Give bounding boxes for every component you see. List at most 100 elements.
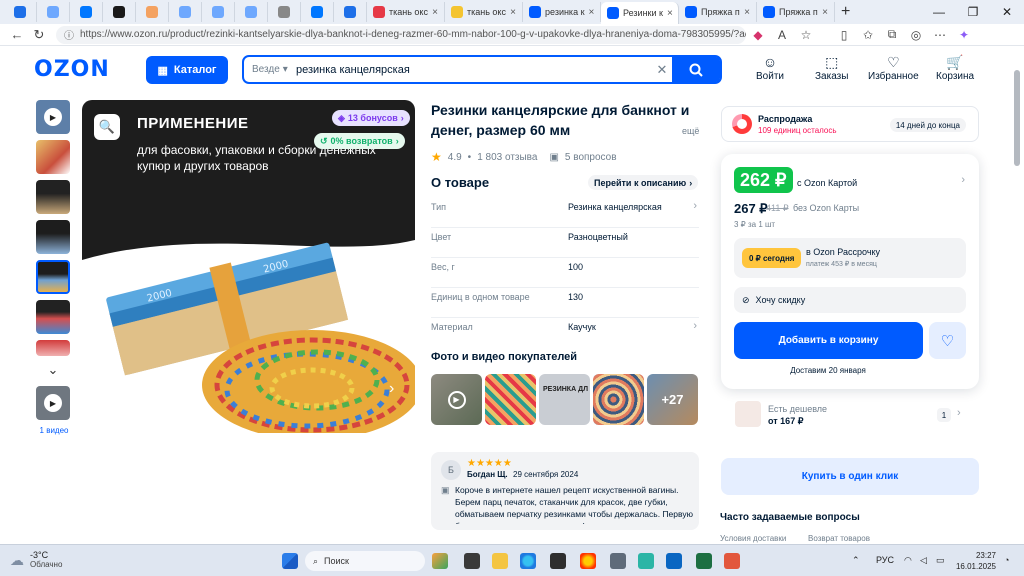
app-icon[interactable]	[724, 553, 740, 569]
task-view-icon[interactable]	[464, 553, 480, 569]
taskbar-search[interactable]: ⌕ Поиск	[305, 551, 425, 571]
thumbnail-video[interactable]: ▶	[36, 100, 70, 134]
spec-value[interactable]: Резинка канцелярская	[568, 202, 662, 212]
thumbnail-image[interactable]	[36, 340, 70, 356]
add-to-cart-button[interactable]: Добавить в корзину	[734, 322, 923, 359]
ozon-logo[interactable]: OZON	[34, 57, 110, 82]
app-icon[interactable]	[696, 553, 712, 569]
browser-tab[interactable]	[235, 2, 268, 22]
browser-tab[interactable]	[103, 2, 136, 22]
cart-button[interactable]: 🛒 Корзина	[936, 55, 974, 82]
tab-close-icon[interactable]: ×	[744, 7, 750, 18]
back-icon[interactable]: ←	[6, 27, 28, 42]
tab-close-icon[interactable]: ×	[432, 7, 438, 18]
add-to-favorites-button[interactable]: ♡	[929, 322, 966, 359]
weather-widget[interactable]: ☁ -3°C Облачно	[10, 550, 62, 570]
more-photos-thumb[interactable]: +27	[647, 374, 698, 425]
faq-item[interactable]: Условия доставки	[720, 534, 786, 543]
browser-tab[interactable]	[268, 2, 301, 22]
to-description-button[interactable]: Перейти к описанию ›	[588, 175, 699, 190]
telegram-icon[interactable]	[666, 553, 682, 569]
thumbnail-image[interactable]	[36, 220, 70, 254]
questions-link[interactable]: 5 вопросов	[565, 152, 617, 163]
sale-banner[interactable]: Распродажа 109 единиц осталось 14 дней д…	[721, 106, 979, 142]
notifications-icon[interactable]: ◔	[1004, 555, 1009, 565]
tab-close-icon[interactable]: ×	[589, 7, 595, 18]
main-product-image[interactable]: 🔍 ПРИМЕНЕНИЕ для фасовки, упаковки и сбо…	[82, 100, 415, 433]
url-field[interactable]: ⓘ https://www.ozon.ru/product/rezinki-ka…	[56, 25, 746, 44]
browser-tab[interactable]: Пряжка п ×	[757, 2, 835, 22]
browser-tab[interactable]	[136, 2, 169, 22]
reload-icon[interactable]: ↻	[28, 27, 50, 43]
browser-tab[interactable]	[4, 2, 37, 22]
reviews-link[interactable]: 1 803 отзыва	[477, 152, 537, 163]
tab-close-icon[interactable]: ×	[667, 8, 673, 19]
search-input[interactable]: резинка канцелярская	[292, 64, 652, 76]
tray-chevron-icon[interactable]: ⌃	[852, 555, 860, 566]
favorites-button[interactable]: ♡ Избранное	[868, 55, 919, 82]
spec-value[interactable]: Каучук	[568, 322, 596, 332]
thumbnail-image[interactable]	[36, 180, 70, 214]
app-icon[interactable]	[550, 553, 566, 569]
edge-icon[interactable]	[520, 553, 536, 569]
returns-badge[interactable]: ↺ 0% возвратов ›	[314, 133, 405, 149]
clock[interactable]: 23:27 16.01.2025	[954, 550, 996, 572]
customer-video-thumb[interactable]: ▶	[431, 374, 482, 425]
extension-icon[interactable]: ◆	[746, 28, 770, 42]
browser-tab[interactable]	[334, 2, 367, 22]
faq-item[interactable]: Возврат товаров	[808, 534, 870, 543]
browser-tab[interactable]: Пряжка п ×	[679, 2, 757, 22]
chevron-right-icon[interactable]: ›	[961, 174, 965, 186]
collections-icon[interactable]: ⧉	[880, 27, 904, 42]
review-card[interactable]: Б ★★★★★ Богдан Щ. 29 сентября 2024 ▣ Кор…	[431, 452, 699, 530]
customer-photo-thumb[interactable]: РЕЗИНКА ДЛ	[539, 374, 590, 425]
favorite-star-icon[interactable]: ☆	[794, 28, 818, 42]
start-icon[interactable]	[282, 553, 298, 569]
browser-tab[interactable]	[37, 2, 70, 22]
customer-photo-thumb[interactable]	[485, 374, 536, 425]
browser-tab[interactable]: ткань окс ×	[445, 2, 523, 22]
favorites-icon[interactable]: ✩	[856, 28, 880, 42]
copilot-icon[interactable]: ✦	[952, 28, 976, 42]
bonus-badge[interactable]: ◈ 13 бонусов ›	[332, 110, 410, 126]
calculator-icon[interactable]	[610, 553, 626, 569]
title-more-link[interactable]: ещё	[682, 126, 699, 136]
wifi-icon[interactable]: ◠	[904, 555, 912, 566]
language-indicator[interactable]: РУС	[876, 555, 894, 565]
yandex-browser-icon[interactable]	[580, 553, 596, 569]
app-icon[interactable]	[638, 553, 654, 569]
file-explorer-icon[interactable]	[492, 553, 508, 569]
customer-photo-thumb[interactable]	[593, 374, 644, 425]
widgets-icon[interactable]	[432, 553, 448, 569]
scrollbar-thumb[interactable]	[1014, 70, 1020, 166]
page-scrollbar[interactable]	[1013, 48, 1021, 544]
volume-icon[interactable]: ◁	[920, 555, 927, 566]
clear-search-icon[interactable]: ✕	[652, 62, 672, 78]
new-tab-button[interactable]: +	[841, 3, 850, 21]
orders-button[interactable]: ⬚ Заказы	[815, 55, 848, 82]
browser-tab-active[interactable]: Резинки к ×	[601, 2, 679, 24]
tab-close-icon[interactable]: ×	[510, 7, 516, 18]
buy-one-click-button[interactable]: Купить в один клик	[721, 458, 979, 495]
close-window-button[interactable]: ✕	[990, 0, 1024, 24]
next-image-icon[interactable]: ›	[389, 380, 409, 400]
read-aloud-icon[interactable]: A	[770, 28, 794, 42]
login-button[interactable]: ☺ Войти	[756, 55, 784, 82]
browser-tab[interactable]: ткань окс ×	[367, 2, 445, 22]
browser-tab[interactable]	[301, 2, 334, 22]
tab-close-icon[interactable]: ×	[822, 7, 828, 18]
thumbnail-video[interactable]: ▶	[36, 386, 70, 420]
thumbnail-image-selected[interactable]	[36, 260, 70, 294]
search-scope-select[interactable]: Везде ▾	[244, 64, 292, 75]
minimize-button[interactable]: —	[922, 0, 956, 24]
catalog-button[interactable]: ▦ Каталог	[146, 56, 228, 84]
installment-block[interactable]: 0 ₽ сегодня в Ozon Рассрочку платеж 453 …	[734, 238, 966, 278]
thumbnail-image[interactable]	[36, 140, 70, 174]
browser-tab[interactable]	[169, 2, 202, 22]
cheaper-offers-row[interactable]: Есть дешевле от 167 ₽ 1 ›	[721, 395, 979, 435]
battery-icon[interactable]: ▭	[936, 555, 945, 566]
maximize-button[interactable]: ❐	[956, 0, 990, 24]
split-screen-icon[interactable]: ▯	[832, 28, 856, 42]
thumbnail-image[interactable]	[36, 300, 70, 334]
browser-tab[interactable]	[70, 2, 103, 22]
